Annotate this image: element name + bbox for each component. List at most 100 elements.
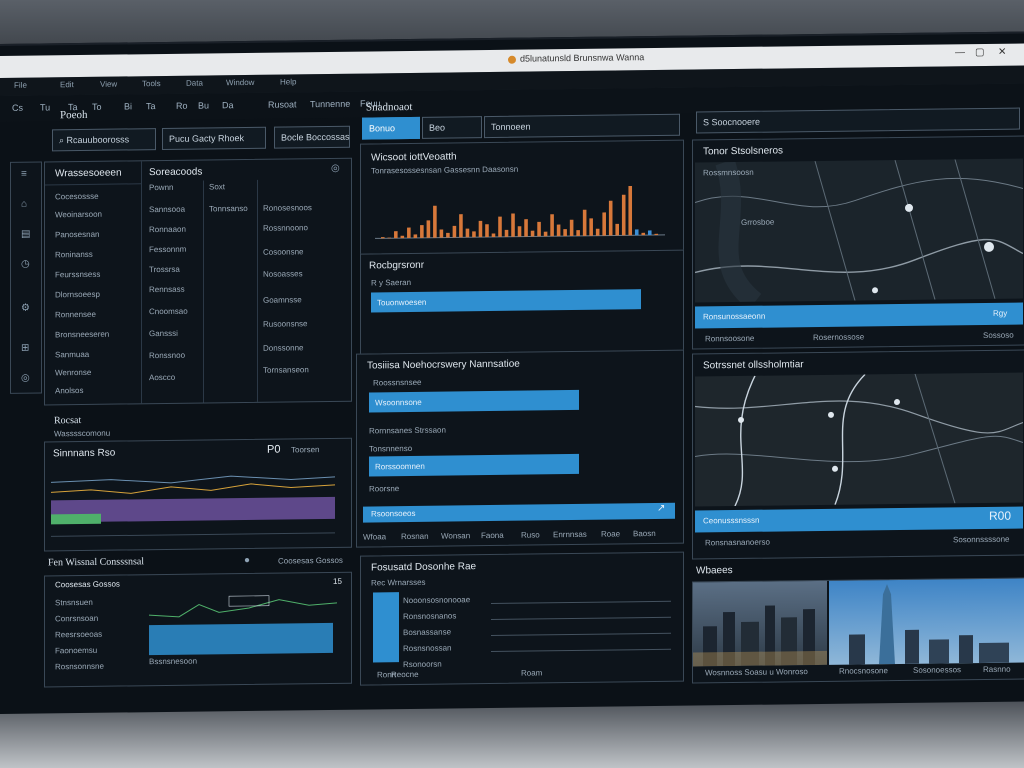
chart-bar bbox=[478, 220, 483, 238]
clock-icon[interactable]: ◷ bbox=[21, 259, 30, 270]
mini-sparkline bbox=[149, 595, 338, 618]
list-item[interactable]: Faonoemsu bbox=[55, 646, 97, 656]
toolbar-item[interactable]: Bi bbox=[124, 101, 132, 111]
toolbar-item[interactable]: Ro bbox=[176, 101, 188, 111]
target-icon[interactable]: ◎ bbox=[21, 373, 30, 384]
menu-file[interactable]: File bbox=[14, 81, 27, 90]
list-item[interactable]: Weoinarsoon bbox=[55, 210, 102, 220]
settings-icon[interactable]: ◎ bbox=[331, 163, 340, 174]
rocket-label: Rocsat bbox=[54, 415, 82, 427]
map1-status-badge: Rgy bbox=[993, 308, 1008, 318]
toolbar-item[interactable]: Da bbox=[222, 100, 234, 110]
list-icon[interactable]: ▤ bbox=[21, 229, 30, 240]
menu-data[interactable]: Data bbox=[186, 79, 203, 88]
list-item[interactable]: Ronsnosnanos bbox=[403, 611, 456, 621]
city-photo-2[interactable] bbox=[829, 578, 1024, 665]
right-search-field[interactable]: S Soocnooere bbox=[696, 107, 1020, 134]
chart-bar bbox=[387, 237, 392, 239]
list-item[interactable]: Roninanss bbox=[55, 250, 93, 259]
gear-icon[interactable]: ⚙ bbox=[21, 303, 30, 314]
list-item[interactable]: Stnsnsuen bbox=[55, 598, 93, 607]
table-cell: Tonnsanso bbox=[209, 203, 248, 214]
map2-view[interactable] bbox=[695, 372, 1023, 507]
bar-chart bbox=[375, 185, 665, 239]
progress-bar-label: Touonwoesen bbox=[377, 297, 427, 308]
forecast-subtitle: Rec Wrnarsses bbox=[371, 577, 426, 588]
list-item[interactable]: Feurssnsess bbox=[55, 270, 100, 280]
photos-panel: Wosnnoss Soasu u Wonroso Rnocsnosone Sos… bbox=[692, 577, 1024, 684]
list-item[interactable]: Nooonsosnonooae bbox=[403, 595, 470, 605]
menu-tools[interactable]: Tools bbox=[142, 79, 161, 88]
toolbar-item[interactable]: To bbox=[92, 102, 102, 112]
chart-bar bbox=[400, 235, 405, 239]
photo-caption: Rnocsnosone bbox=[839, 666, 888, 676]
chart-bar bbox=[446, 232, 450, 238]
photo-caption: Wosnnoss Soasu u Wonroso bbox=[705, 667, 808, 678]
list-item[interactable]: Wenronse bbox=[55, 368, 91, 377]
tracking-bar-label: Rorssoomnen bbox=[375, 461, 425, 472]
chart-bar bbox=[407, 227, 411, 239]
list-item[interactable]: Bssnsnesoon bbox=[149, 657, 197, 667]
menu-help[interactable]: Help bbox=[280, 77, 296, 86]
list-item[interactable]: Cocesossse bbox=[55, 192, 99, 202]
browser-url[interactable]: d5lunatunsld Brunsnwa Wanna bbox=[520, 52, 644, 64]
toolbar-item[interactable]: Bu bbox=[198, 100, 209, 110]
list-item[interactable]: Bosnassanse bbox=[403, 627, 451, 637]
info-icon[interactable]: ● bbox=[244, 555, 250, 566]
map1-roads bbox=[695, 158, 1023, 303]
list-item[interactable]: Ronnensee bbox=[55, 310, 96, 319]
menu-view[interactable]: View bbox=[100, 80, 117, 89]
home-icon[interactable]: ⌂ bbox=[21, 199, 27, 210]
list-item[interactable]: Rsonoorsn bbox=[403, 660, 442, 669]
tab[interactable]: Tonnoeen bbox=[484, 113, 680, 139]
list-item[interactable]: Dlornsoeesp bbox=[55, 290, 100, 300]
map1-view[interactable]: Rossmnsoosn Grrosboe bbox=[695, 158, 1023, 303]
list-item[interactable]: Anolsos bbox=[55, 386, 83, 395]
tracking-bar-label: Rsoonsoeos bbox=[371, 508, 416, 519]
forecast-panel: Fosusatd Dosonhe Rae Rec Wrnarsses Nooon… bbox=[360, 551, 684, 686]
menu-window[interactable]: Window bbox=[226, 78, 254, 87]
toolbar-item[interactable]: Rusoat bbox=[268, 99, 297, 109]
list-item[interactable]: Conrsnsoan bbox=[55, 614, 98, 624]
menu-edit[interactable]: Edit bbox=[60, 80, 74, 89]
grid-icon[interactable]: ⊞ bbox=[21, 343, 29, 354]
chart-bar bbox=[556, 224, 561, 237]
tab-active[interactable]: Bonuo bbox=[362, 116, 420, 140]
list-item[interactable]: Sanmuaa bbox=[55, 350, 89, 359]
menu-icon[interactable]: ≡ bbox=[21, 169, 27, 180]
chart-bar bbox=[615, 223, 620, 236]
list-item[interactable]: Bronsneeseren bbox=[55, 330, 109, 340]
table-cell: Sannsooa bbox=[149, 204, 186, 215]
list-item[interactable]: Reesrsoeoas bbox=[55, 630, 102, 640]
bottom-left-badge: 15 bbox=[333, 576, 342, 586]
table-subheader: Pownn bbox=[149, 182, 174, 193]
close-icon[interactable]: ✕ bbox=[998, 47, 1006, 58]
list-item[interactable]: Rosnsonnsne bbox=[55, 662, 104, 672]
bottom-left-panel: Coosesas Gossos 15 Stnsnsuen Conrsnsoan … bbox=[44, 571, 352, 688]
tab[interactable]: Beo bbox=[422, 116, 482, 139]
map2-status-label: Ceonusssnsssn bbox=[703, 515, 760, 526]
forecast-title: Fosusatd Dosonhe Rae bbox=[371, 561, 477, 574]
signal-waveform bbox=[51, 475, 336, 537]
search-button-label: Rcauuboorosss bbox=[66, 134, 130, 146]
search-button[interactable]: ⌕ Rcauuboorosss bbox=[52, 128, 156, 152]
table-cell: Rusoonsnse bbox=[263, 319, 308, 329]
toolbar-item[interactable]: Tunnenne bbox=[310, 99, 350, 109]
toolbar-item[interactable]: Cs bbox=[12, 103, 23, 113]
minimize-icon[interactable]: — bbox=[955, 47, 965, 58]
chevron-icon[interactable]: ↗ bbox=[657, 503, 665, 514]
export-button[interactable]: Bocle Boccossas bbox=[274, 125, 350, 149]
bottom-left-note: Coosesas Gossos bbox=[278, 555, 343, 566]
list-item[interactable]: Rosnsnossan bbox=[403, 643, 451, 653]
chart-bar bbox=[582, 209, 587, 236]
city-photo-1[interactable] bbox=[693, 580, 827, 667]
axis-tick: Ruso bbox=[521, 530, 540, 540]
toolbar-item[interactable]: Tu bbox=[40, 102, 50, 112]
toolbar-item[interactable]: Ta bbox=[146, 101, 156, 111]
skyline-icon bbox=[693, 605, 827, 667]
list-item[interactable]: Panosesnan bbox=[55, 230, 99, 240]
filter-button[interactable]: Pucu Gacty Rhoek bbox=[162, 126, 266, 151]
map2-roads bbox=[695, 373, 1023, 507]
maximize-icon[interactable]: ▢ bbox=[975, 47, 984, 58]
middle-title: Snadnoaot bbox=[366, 100, 413, 114]
